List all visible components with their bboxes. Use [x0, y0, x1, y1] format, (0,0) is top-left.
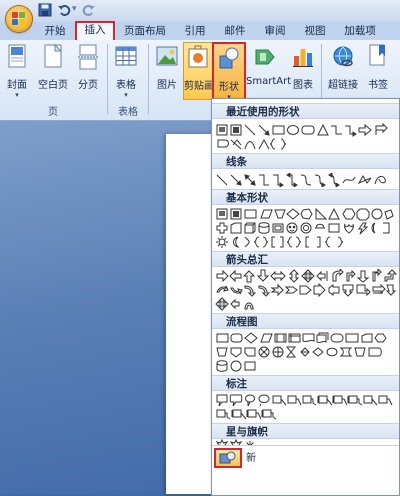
hyperlink-label: 超链接 [328, 80, 358, 91]
chart-icon [293, 49, 313, 67]
smartart-label: SmartArt [246, 76, 292, 87]
section-recent-shapes: 最近使用的形状 [212, 103, 399, 119]
tab-insert[interactable]: 插入 [75, 21, 115, 40]
cover-page-button[interactable]: 封面 ▾ [4, 42, 30, 99]
basic-shapes-row[interactable] [215, 221, 397, 235]
new-drawing-canvas-label: 新 [246, 453, 256, 464]
clip-art-label: 剪贴画 [184, 81, 214, 92]
basic-shapes-row[interactable] [215, 207, 397, 221]
block-arrows-row[interactable] [215, 269, 397, 283]
table-button[interactable]: 表格 ▾ [112, 42, 140, 99]
undo-icon[interactable] [57, 3, 71, 17]
page-break-button[interactable]: 分页 [74, 42, 102, 98]
save-icon[interactable] [38, 3, 52, 17]
table-icon [115, 46, 137, 66]
callouts-row[interactable] [215, 393, 397, 407]
undo-dropdown-icon[interactable]: ▾ [72, 4, 82, 16]
section-stars-banners: 星与旗帜 [212, 423, 399, 439]
tab-home[interactable]: 开始 [38, 22, 72, 40]
block-arrows-row[interactable] [215, 283, 397, 297]
bookmark-button[interactable]: 书签 [364, 42, 392, 98]
cover-page-icon [8, 44, 26, 68]
smartart-button[interactable]: SmartArt [246, 42, 292, 98]
new-drawing-canvas-row[interactable]: 新 [212, 445, 399, 468]
office-button[interactable] [6, 6, 32, 32]
tab-references[interactable]: 引用 [178, 22, 212, 40]
basic-shapes-row[interactable] [215, 235, 397, 249]
chevron-down-icon: ▾ [124, 91, 128, 99]
title-bar: ▾ [0, 0, 400, 32]
hyperlink-icon [333, 46, 353, 67]
new-drawing-canvas-button[interactable] [214, 448, 242, 468]
section-basic-shapes: 基本形状 [212, 189, 399, 205]
flowchart-row[interactable] [215, 359, 397, 373]
table-label: 表格 [116, 80, 136, 91]
flowchart-row[interactable] [215, 345, 397, 359]
shapes-label: 形状 [219, 82, 239, 93]
clip-art-icon [188, 45, 208, 68]
block-arrows-row[interactable] [215, 297, 397, 311]
page-break-icon [78, 44, 98, 70]
tab-page-layout[interactable]: 页面布局 [118, 22, 172, 40]
section-flowchart: 流程图 [212, 313, 399, 329]
shapes-gallery: 最近使用的形状 线条 基本形状 箭头总汇 流程图 标注 星与旗帜 新 [211, 98, 400, 496]
shapes-icon [219, 47, 239, 69]
shapes-button[interactable]: 形状 ▾ [212, 42, 246, 106]
bookmark-icon [369, 44, 385, 66]
section-block-arrows: 箭头总汇 [212, 251, 399, 267]
page-break-label: 分页 [78, 80, 98, 91]
picture-icon [156, 46, 178, 66]
blank-page-button[interactable]: 空白页 [36, 42, 70, 98]
recent-shapes-row[interactable] [215, 137, 397, 151]
office-logo-icon [12, 12, 26, 26]
pages-group-label: 页 [48, 107, 58, 118]
ribbon-tabs: 开始 插入 页面布局 引用 邮件 审阅 视图 加载项 [0, 21, 400, 41]
blank-page-icon [44, 43, 63, 68]
callouts-row[interactable] [215, 407, 397, 421]
blank-page-label: 空白页 [38, 80, 68, 91]
drawing-canvas-icon [219, 451, 236, 464]
bookmark-label: 书签 [368, 80, 388, 91]
hyperlink-button[interactable]: 超链接 [326, 42, 360, 98]
clip-art-button[interactable]: 剪贴画 [183, 42, 214, 100]
redo-icon[interactable] [82, 3, 96, 17]
tab-view[interactable]: 视图 [298, 22, 332, 40]
section-callouts: 标注 [212, 375, 399, 391]
tab-review[interactable]: 审阅 [258, 22, 292, 40]
picture-button[interactable]: 图片 [153, 42, 181, 98]
recent-shapes-row[interactable] [215, 123, 397, 137]
group-divider [148, 44, 149, 114]
lines-row[interactable] [215, 173, 397, 187]
section-lines: 线条 [212, 153, 399, 169]
tab-mailings[interactable]: 邮件 [218, 22, 252, 40]
chevron-down-icon: ▾ [15, 91, 19, 99]
tables-group-label: 表格 [118, 107, 138, 118]
flowchart-row[interactable] [215, 331, 397, 345]
picture-label: 图片 [157, 80, 177, 91]
chart-label: 图表 [293, 80, 313, 91]
cover-page-label: 封面 [7, 80, 27, 91]
tab-add-ins[interactable]: 加载项 [338, 22, 382, 40]
chart-button[interactable]: 图表 [290, 42, 316, 98]
smartart-icon [255, 49, 275, 65]
